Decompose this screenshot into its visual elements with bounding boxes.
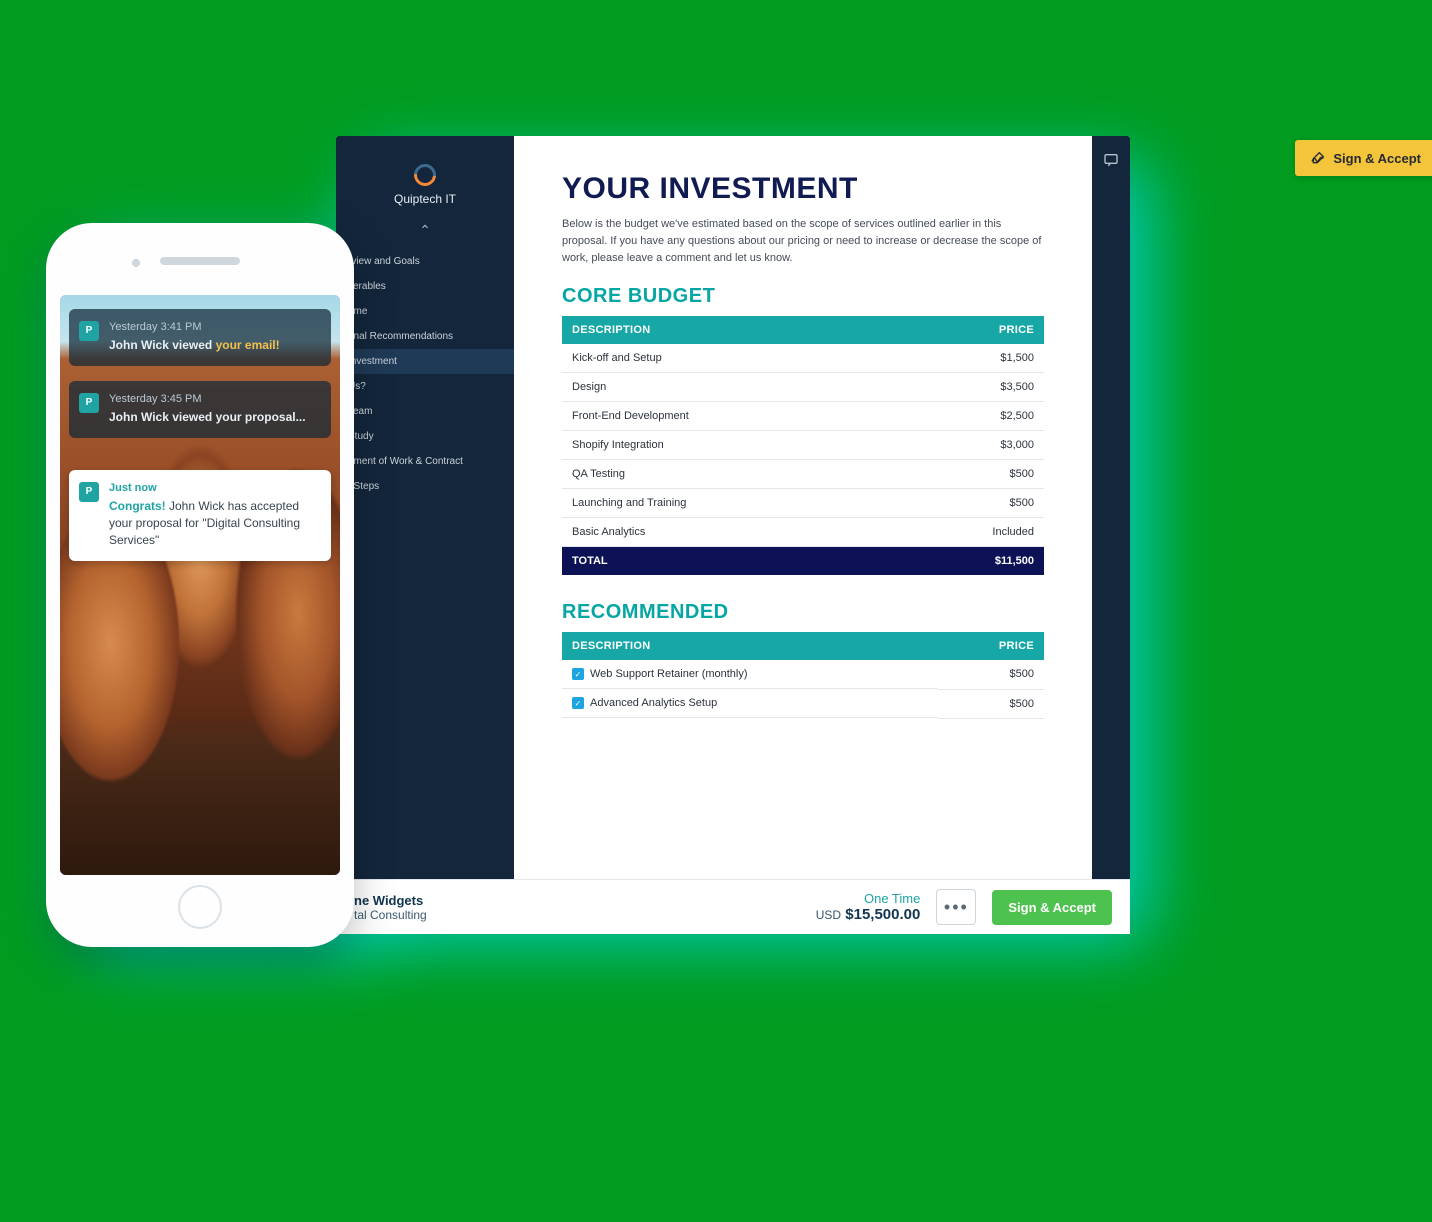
company-line2: tal Consulting (354, 908, 427, 922)
sign-accept-tab[interactable]: Sign & Accept (1295, 140, 1432, 176)
cell-price: $500 (894, 460, 1044, 489)
app-window: Quiptech IT ⌃ rview and Goalsverablesame… (336, 136, 1130, 904)
sign-accept-tab-label: Sign & Accept (1333, 151, 1421, 166)
total-row: TOTAL$11,500 (562, 547, 1044, 576)
cell-desc: ✓Advanced Analytics Setup (562, 689, 938, 718)
cell-desc: Launching and Training (562, 489, 894, 518)
rec-col-price: PRICE (938, 632, 1044, 660)
cell-price: $3,500 (894, 373, 1044, 402)
brand: Quiptech IT (336, 136, 514, 214)
notif3-time: Just now (109, 481, 319, 496)
nav-item[interactable]: rview and Goals (336, 249, 514, 274)
table-row: Kick-off and Setup$1,500 (562, 344, 1044, 373)
table-row: Design$3,500 (562, 373, 1044, 402)
signature-icon (1310, 150, 1326, 166)
notification-3[interactable]: P Just now Congrats! John Wick has accep… (69, 470, 331, 561)
phone-screen: P Yesterday 3:41 PM John Wick viewed you… (60, 295, 340, 875)
table-row: Front-End Development$2,500 (562, 402, 1044, 431)
recommended-table: DESCRIPTION PRICE ✓Web Support Retainer … (562, 632, 1044, 719)
phone-camera (132, 259, 140, 267)
core-col-price: PRICE (894, 316, 1044, 344)
price-section: One Time USD $15,500.00 ••• Sign & Accep… (816, 889, 1112, 925)
cell-price: $500 (938, 660, 1044, 689)
notif2-time: Yesterday 3:45 PM (109, 392, 319, 407)
rec-col-desc: DESCRIPTION (562, 632, 938, 660)
total-value: $11,500 (894, 547, 1044, 576)
table-row: Launching and Training$500 (562, 489, 1044, 518)
right-gutter (1092, 136, 1130, 904)
company-line1: ne Widgets (354, 893, 427, 908)
nav-item[interactable]: onal Recommendations (336, 324, 514, 349)
cell-price: Included (894, 518, 1044, 547)
cell-price: $500 (938, 689, 1044, 718)
document-title: YOUR INVESTMENT (562, 172, 1044, 206)
more-button[interactable]: ••• (936, 889, 976, 925)
brand-name: Quiptech IT (394, 192, 456, 206)
cell-price: $2,500 (894, 402, 1044, 431)
cell-desc: Basic Analytics (562, 518, 894, 547)
app-badge-icon: P (79, 393, 99, 413)
table-row: Shopify Integration$3,000 (562, 431, 1044, 460)
company-block: ne Widgets tal Consulting (354, 893, 427, 922)
document-description: Below is the budget we've estimated base… (562, 216, 1044, 267)
core-budget-table: DESCRIPTION PRICE Kick-off and Setup$1,5… (562, 316, 1044, 575)
nav-list: rview and Goalsverablesameonal Recommend… (336, 249, 514, 499)
cell-price: $3,000 (894, 431, 1044, 460)
app-badge-icon: P (79, 482, 99, 502)
notif2-body: John Wick viewed your proposal... (109, 409, 319, 426)
phone-speaker (160, 257, 240, 265)
checkbox[interactable]: ✓ (572, 697, 584, 709)
nav-item[interactable]: Investment (336, 349, 514, 374)
nav-item[interactable]: Us? (336, 374, 514, 399)
sidebar: Quiptech IT ⌃ rview and Goalsverablesame… (336, 136, 514, 904)
table-row: ✓Web Support Retainer (monthly)$500 (562, 660, 1044, 689)
document-area: YOUR INVESTMENT Below is the budget we'v… (514, 136, 1092, 904)
sign-accept-button[interactable]: Sign & Accept (992, 890, 1112, 925)
notification-1[interactable]: P Yesterday 3:41 PM John Wick viewed you… (69, 309, 331, 366)
cell-price: $500 (894, 489, 1044, 518)
notif1-body: John Wick viewed your email! (109, 337, 319, 354)
chevron-up-icon[interactable]: ⌃ (336, 222, 514, 239)
nav-item[interactable]: ame (336, 299, 514, 324)
cell-desc: Shopify Integration (562, 431, 894, 460)
nav-item[interactable]: verables (336, 274, 514, 299)
nav-item[interactable]: Study (336, 424, 514, 449)
brand-logo-icon (410, 160, 441, 191)
cell-desc: Front-End Development (562, 402, 894, 431)
price-label: One Time (816, 891, 921, 906)
home-button[interactable] (178, 885, 222, 929)
table-row: QA Testing$500 (562, 460, 1044, 489)
cell-desc: Design (562, 373, 894, 402)
bottom-bar: ne Widgets tal Consulting One Time USD $… (336, 880, 1130, 934)
notif3-body: Congrats! John Wick has accepted your pr… (109, 498, 319, 548)
table-row: Basic AnalyticsIncluded (562, 518, 1044, 547)
price-block: One Time USD $15,500.00 (816, 891, 921, 923)
table-row: ✓Advanced Analytics Setup$500 (562, 689, 1044, 718)
cell-desc: ✓Web Support Retainer (monthly) (562, 660, 938, 689)
section-core-title: CORE BUDGET (562, 285, 1044, 308)
core-col-desc: DESCRIPTION (562, 316, 894, 344)
app-badge-icon: P (79, 321, 99, 341)
cell-desc: Kick-off and Setup (562, 344, 894, 373)
nav-item[interactable]: Team (336, 399, 514, 424)
phone-mockup: P Yesterday 3:41 PM John Wick viewed you… (46, 223, 354, 947)
checkbox[interactable]: ✓ (572, 668, 584, 680)
cell-price: $1,500 (894, 344, 1044, 373)
price-amount: USD $15,500.00 (816, 906, 921, 923)
total-label: TOTAL (562, 547, 894, 576)
section-recommended-title: RECOMMENDED (562, 601, 1044, 624)
notification-2[interactable]: P Yesterday 3:45 PM John Wick viewed you… (69, 381, 331, 438)
nav-item[interactable]: t Steps (336, 474, 514, 499)
cell-desc: QA Testing (562, 460, 894, 489)
comment-icon[interactable] (1103, 152, 1119, 904)
notif1-time: Yesterday 3:41 PM (109, 320, 319, 335)
nav-item[interactable]: ement of Work & Contract (336, 449, 514, 474)
